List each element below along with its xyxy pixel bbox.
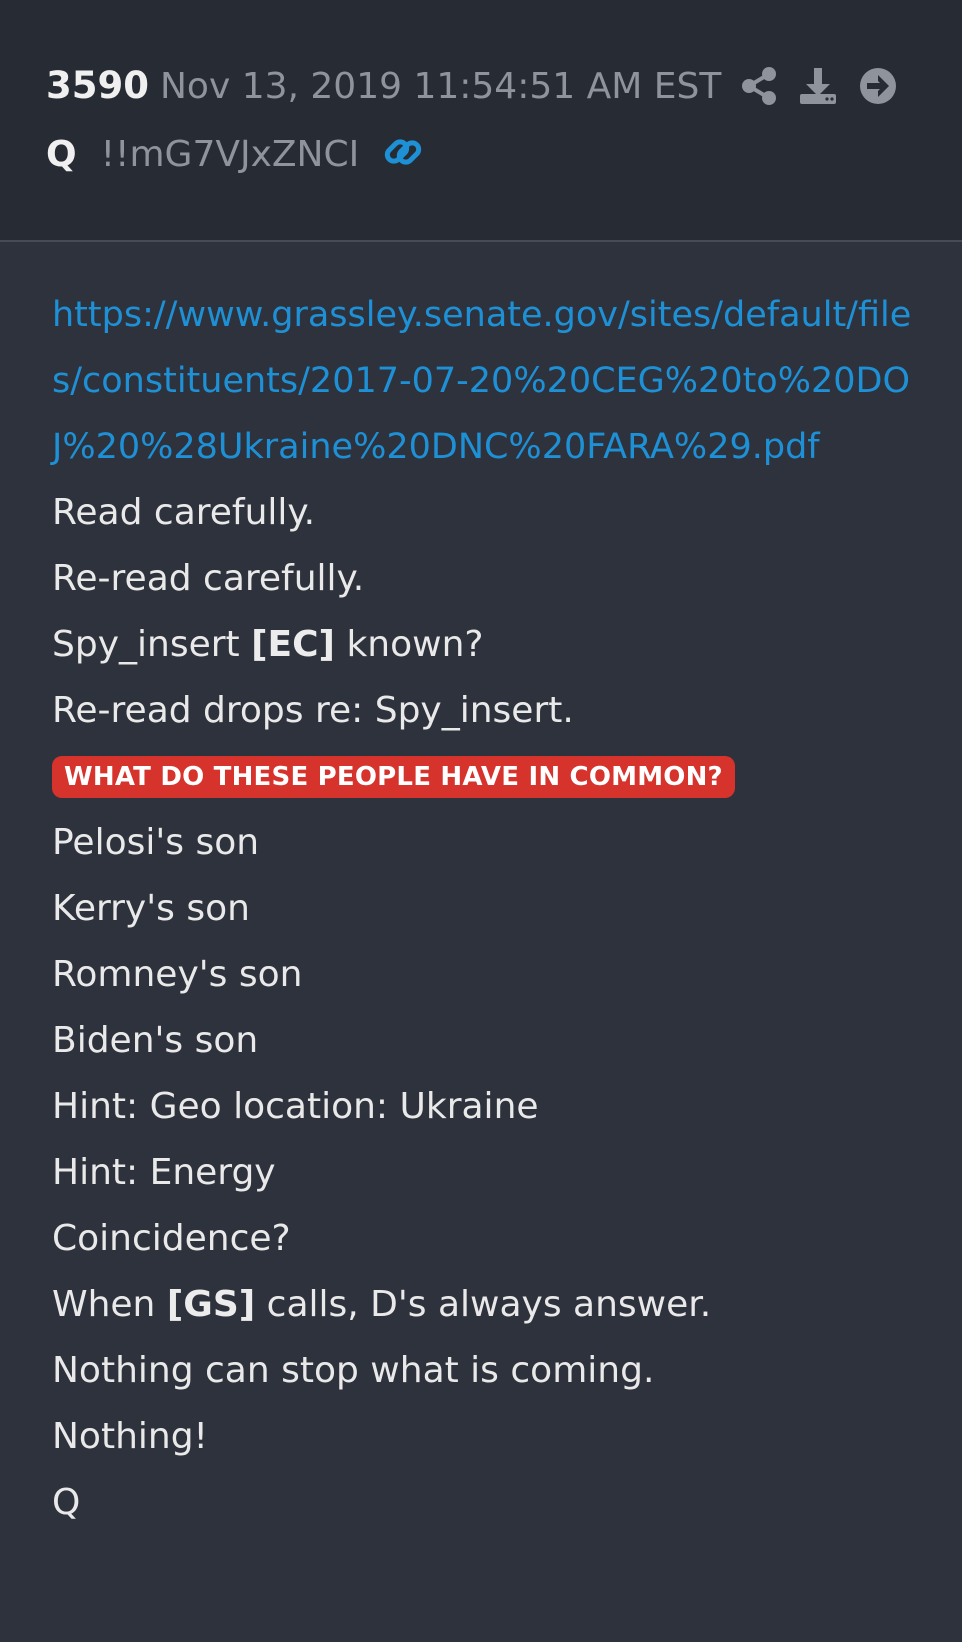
post-body: https://www.grassley.senate.gov/sites/de…: [0, 242, 962, 1536]
post-header: 3590 Nov 13, 2019 11:54:51 AM EST Q !!mG…: [0, 0, 962, 242]
text-line: Kerry's son: [52, 888, 250, 929]
post-card: 3590 Nov 13, 2019 11:54:51 AM EST Q !!mG…: [0, 0, 962, 1642]
text-line: Read carefully.: [52, 492, 316, 533]
share-icon[interactable]: [740, 66, 778, 106]
arrow-right-circle-icon[interactable]: [858, 66, 898, 106]
post-number[interactable]: 3590: [46, 64, 149, 107]
text-line: Hint: Energy: [52, 1152, 276, 1193]
author-row: Q !!mG7VJxZNCI: [46, 132, 423, 176]
text-line-gs: When [GS] calls, D's always answer.: [52, 1272, 912, 1338]
post-actions: [740, 66, 898, 106]
signature: Q: [52, 1482, 81, 1523]
text-segment: calls, D's always answer.: [255, 1284, 712, 1325]
bold-tag-ec: [EC]: [251, 624, 336, 665]
text-line: Romney's son: [52, 954, 303, 995]
text-line: Biden's son: [52, 1020, 259, 1061]
post-timestamp: Nov 13, 2019 11:54:51 AM EST: [160, 66, 722, 107]
text-segment: known?: [335, 624, 484, 665]
text-line-ec: Spy_insert [EC] known?: [52, 612, 912, 678]
text-line: Pelosi's son: [52, 822, 260, 863]
text-line: Re-read carefully.: [52, 558, 365, 599]
download-icon[interactable]: [798, 66, 838, 106]
author-name: Q: [46, 133, 77, 175]
text-line: Nothing can stop what is coming.: [52, 1350, 655, 1391]
text-line: Nothing!: [52, 1416, 208, 1457]
text-line: Re-read drops re: Spy_insert.: [52, 690, 574, 731]
link-icon[interactable]: [383, 132, 423, 176]
tripcode: !!mG7VJxZNCI: [100, 133, 360, 175]
highlight-badge: WHAT DO THESE PEOPLE HAVE IN COMMON?: [52, 756, 735, 798]
post-link[interactable]: https://www.grassley.senate.gov/sites/de…: [52, 282, 912, 480]
badge-row: WHAT DO THESE PEOPLE HAVE IN COMMON?: [52, 744, 912, 810]
bold-tag-gs: [GS]: [166, 1284, 256, 1325]
text-line: Coincidence?: [52, 1218, 291, 1259]
text-segment: When: [52, 1284, 167, 1325]
text-segment: Spy_insert: [52, 624, 252, 665]
text-line: Hint: Geo location: Ukraine: [52, 1086, 539, 1127]
